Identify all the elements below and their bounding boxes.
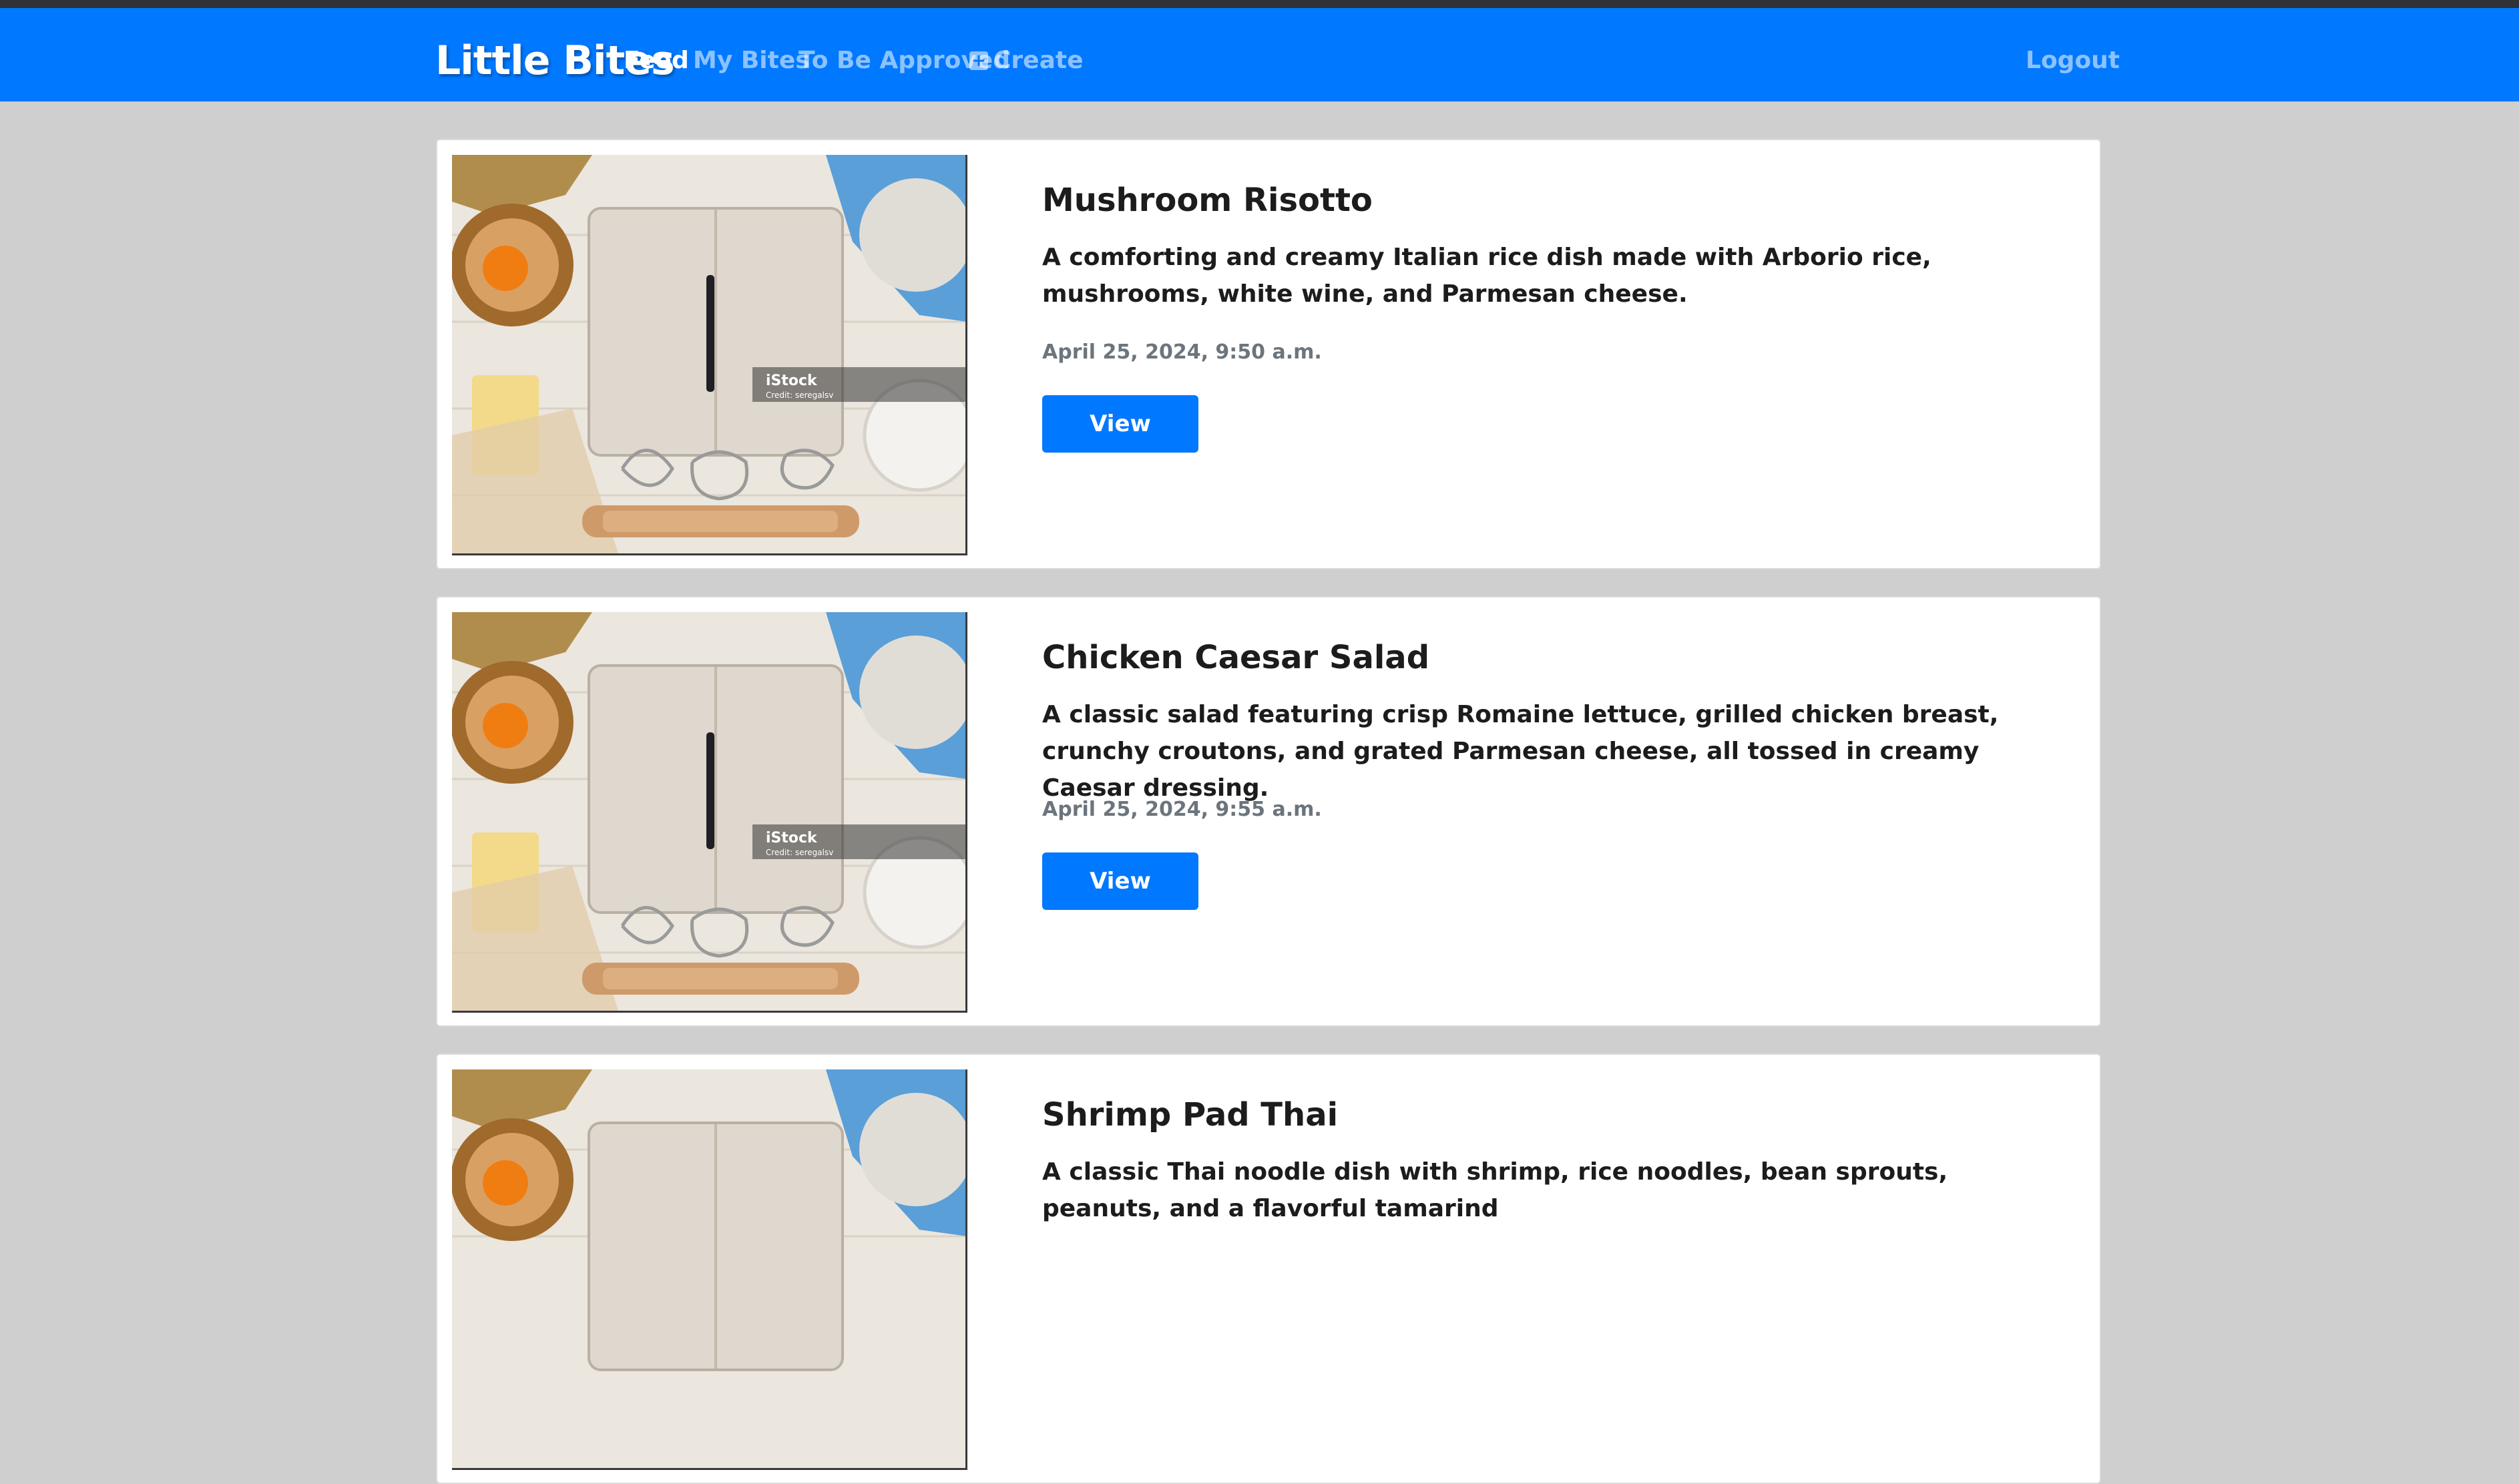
view-details-button[interactable]: View Details [1042, 395, 1198, 495]
recipe-card: Shrimp Pad Thai A classic Thai noodle di… [436, 1053, 2101, 1484]
recipe-date: April 25, 2024, 9:55 a.m. [1042, 798, 1322, 821]
recipe-description: A classic Thai noodle dish with shrimp, … [1042, 1158, 1948, 1222]
baking-flatlay-illustration [452, 1069, 965, 1468]
recipe-title: Shrimp Pad Thai [1042, 1096, 1339, 1134]
svg-text:iStock: iStock [766, 830, 818, 846]
navbar: Little Bites Feed My Bites To Be Approve… [0, 8, 2519, 101]
recipe-card: iStock Credit: seregalsv Mushroom Risott… [436, 139, 2101, 569]
nav-create-label: Create [993, 47, 1084, 74]
logout-link[interactable]: Logout [2026, 47, 2120, 74]
recipe-description: A comforting and creamy Italian rice dis… [1042, 244, 1931, 308]
nav-feed[interactable]: Feed [624, 47, 689, 74]
recipe-date: April 25, 2024, 9:50 a.m. [1042, 340, 1322, 364]
recipe-title: Chicken Caesar Salad [1042, 639, 1430, 676]
nav-my-bites[interactable]: My Bites [693, 47, 810, 74]
view-details-button[interactable]: View Details [1042, 852, 1198, 952]
nav-create[interactable]: + Create [969, 47, 1084, 74]
plus-square-icon: + [969, 51, 988, 70]
baking-flatlay-illustration: iStock Credit: seregalsv [452, 612, 965, 1011]
baking-flatlay-illustration: iStock Credit: seregalsv [452, 155, 965, 553]
recipe-image: iStock Credit: seregalsv [452, 155, 967, 555]
svg-text:Credit: seregalsv: Credit: seregalsv [766, 848, 833, 857]
recipe-card: iStock Credit: seregalsv Chicken Caesar … [436, 596, 2101, 1027]
svg-text:iStock: iStock [766, 373, 818, 389]
recipe-description: A classic salad featuring crisp Romaine … [1042, 701, 1999, 802]
recipe-image [452, 1069, 967, 1470]
recipe-title: Mushroom Risotto [1042, 182, 1373, 219]
svg-text:Credit: seregalsv: Credit: seregalsv [766, 391, 833, 400]
browser-top-strip [0, 0, 2519, 8]
recipe-image: iStock Credit: seregalsv [452, 612, 967, 1013]
